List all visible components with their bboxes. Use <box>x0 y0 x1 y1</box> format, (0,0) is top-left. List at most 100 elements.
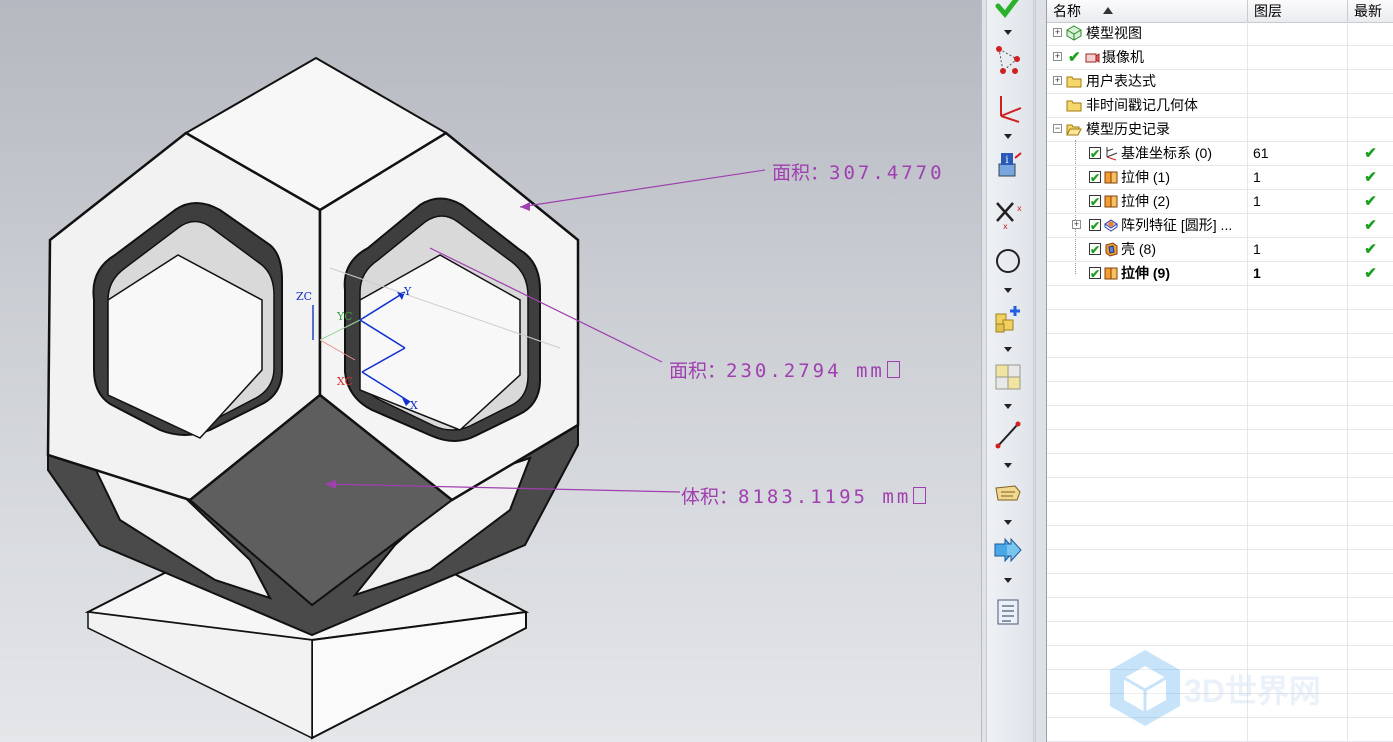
tree-item-label: 非时间戳记几何体 <box>1086 97 1198 113</box>
arrow-forward-icon[interactable] <box>991 533 1025 567</box>
tree-item-label: 摄像机 <box>1102 49 1144 65</box>
empty-row <box>1047 382 1393 406</box>
volume-annotation[interactable]: 体积：8183.1195 mm <box>681 482 927 509</box>
layer-cell: 1 <box>1248 190 1348 213</box>
column-name-label: 名称 <box>1053 3 1081 19</box>
graphics-viewport[interactable]: ZC YC XC Y X 面积：307.4770 面积：230.2794 mm … <box>0 0 981 742</box>
xc-axis-label: XC <box>337 375 354 388</box>
empty-row <box>1047 310 1393 334</box>
navigator-header: 名称 图层 最新 <box>1047 0 1393 23</box>
visibility-checkbox[interactable]: ✔ <box>1089 195 1101 209</box>
annotation-icon[interactable] <box>991 476 1025 510</box>
vertical-toolbar: i xx <box>981 0 1035 742</box>
layer-cell: 1 <box>1248 262 1348 285</box>
line-icon[interactable] <box>991 418 1025 452</box>
extrude-icon <box>1104 195 1118 208</box>
layer-cell <box>1248 214 1348 237</box>
area-value: 307.4770 <box>829 162 945 184</box>
latest-cell: ✔ <box>1364 241 1377 258</box>
column-header-layer[interactable]: 图层 <box>1248 0 1348 22</box>
tree-row-unused-geometry[interactable]: 非时间戳记几何体 <box>1047 94 1393 118</box>
part-navigator: 名称 图层 最新 + 模型视图 + ✔ 摄像机 + 用户表达式 非时间戳记几何体 <box>1047 0 1393 742</box>
area-label: 面积： <box>669 360 727 382</box>
tree-row-datum-csys[interactable]: ✔ 基准坐标系 (0) 61 ✔ <box>1047 142 1393 166</box>
svg-text:x: x <box>1017 204 1022 213</box>
latest-cell <box>1348 46 1393 69</box>
latest-cell: ✔ <box>1364 217 1377 234</box>
latest-cell <box>1348 118 1393 141</box>
tree-item-label: 阵列特征 [圆形] ... <box>1121 217 1233 233</box>
chevron-down-icon[interactable] <box>1004 347 1012 352</box>
green-check-icon[interactable] <box>991 0 1025 24</box>
tree-row-model-history[interactable]: − 模型历史记录 <box>1047 118 1393 142</box>
x-axis-label: X <box>410 399 418 412</box>
latest-cell: ✔ <box>1364 265 1377 282</box>
latest-cell: ✔ <box>1364 169 1377 186</box>
expand-icon[interactable]: + <box>1072 220 1081 229</box>
empty-row <box>1047 550 1393 574</box>
add-component-icon[interactable] <box>991 302 1025 336</box>
svg-text:x: x <box>1003 222 1008 229</box>
expand-icon[interactable]: + <box>1053 52 1062 61</box>
layer-cell <box>1248 22 1348 45</box>
latest-cell <box>1348 94 1393 117</box>
tree-item-label: 拉伸 (9) <box>1121 265 1170 281</box>
circle-icon[interactable] <box>991 244 1025 278</box>
layer-cell <box>1248 94 1348 117</box>
list-icon[interactable] <box>991 595 1025 629</box>
visibility-checkbox[interactable]: ✔ <box>1089 147 1101 161</box>
chevron-down-icon[interactable] <box>1004 404 1012 409</box>
area-annotation-1[interactable]: 面积：307.4770 <box>772 158 945 185</box>
tree-item-label: 模型历史记录 <box>1086 121 1170 137</box>
chevron-down-icon[interactable] <box>1004 463 1012 468</box>
watermark: 3D世界网 <box>1108 648 1321 732</box>
collapse-icon[interactable]: − <box>1053 124 1062 133</box>
delete-icon[interactable]: xx <box>991 197 1025 231</box>
visibility-checkbox[interactable]: ✔ <box>1089 243 1101 257</box>
layer-cell: 1 <box>1248 166 1348 189</box>
y-axis-label: Y <box>404 285 412 298</box>
layer-cell: 1 <box>1248 238 1348 261</box>
tree-row-extrude-2[interactable]: ✔ 拉伸 (2) 1 ✔ <box>1047 190 1393 214</box>
yc-axis-label: YC <box>337 310 353 323</box>
empty-row <box>1047 430 1393 454</box>
point-set-icon[interactable] <box>991 43 1025 77</box>
tree-row-model-views[interactable]: + 模型视图 <box>1047 22 1393 46</box>
chevron-down-icon[interactable] <box>1004 30 1012 35</box>
visibility-checkbox[interactable]: ✔ <box>1089 219 1101 233</box>
tree-row-user-expressions[interactable]: + 用户表达式 <box>1047 70 1393 94</box>
empty-row <box>1047 478 1393 502</box>
empty-row <box>1047 598 1393 622</box>
chevron-down-icon[interactable] <box>1004 288 1012 293</box>
empty-row <box>1047 358 1393 382</box>
tree-item-label: 壳 (8) <box>1121 241 1156 257</box>
column-header-latest[interactable]: 最新 <box>1348 0 1393 22</box>
visibility-checkbox[interactable]: ✔ <box>1089 171 1101 185</box>
assembly-icon[interactable] <box>991 360 1025 394</box>
tree-item-label: 拉伸 (1) <box>1121 169 1170 185</box>
column-header-name[interactable]: 名称 <box>1047 0 1248 22</box>
layer-cell: 61 <box>1248 142 1348 165</box>
info-icon[interactable]: i <box>991 148 1025 182</box>
tree-row-camera[interactable]: + ✔ 摄像机 <box>1047 46 1393 70</box>
tree-row-extrude-1[interactable]: ✔ 拉伸 (1) 1 ✔ <box>1047 166 1393 190</box>
folder-icon <box>1066 100 1082 112</box>
chevron-down-icon[interactable] <box>1004 134 1012 139</box>
tree-row-extrude-9[interactable]: ✔ 拉伸 (9) 1 ✔ <box>1047 262 1393 286</box>
empty-row <box>1047 454 1393 478</box>
area-annotation-2[interactable]: 面积：230.2794 mm <box>669 356 900 383</box>
tree-row-pattern-feature[interactable]: + ✔ 阵列特征 [圆形] ... ✔ <box>1047 214 1393 238</box>
panel-splitter[interactable] <box>1035 0 1047 742</box>
expand-icon[interactable]: + <box>1053 76 1062 85</box>
unit-glyph-box <box>913 487 927 504</box>
tree-row-shell[interactable]: ✔ 壳 (8) 1 ✔ <box>1047 238 1393 262</box>
layer-cell <box>1248 46 1348 69</box>
pattern-icon <box>1104 219 1118 232</box>
chevron-down-icon[interactable] <box>1004 578 1012 583</box>
expand-icon[interactable]: + <box>1053 28 1062 37</box>
datum-csys-icon <box>1106 147 1118 161</box>
chevron-down-icon[interactable] <box>1004 520 1012 525</box>
empty-row <box>1047 622 1393 646</box>
datum-csys-icon[interactable] <box>991 92 1025 126</box>
visibility-checkbox[interactable]: ✔ <box>1089 267 1101 281</box>
